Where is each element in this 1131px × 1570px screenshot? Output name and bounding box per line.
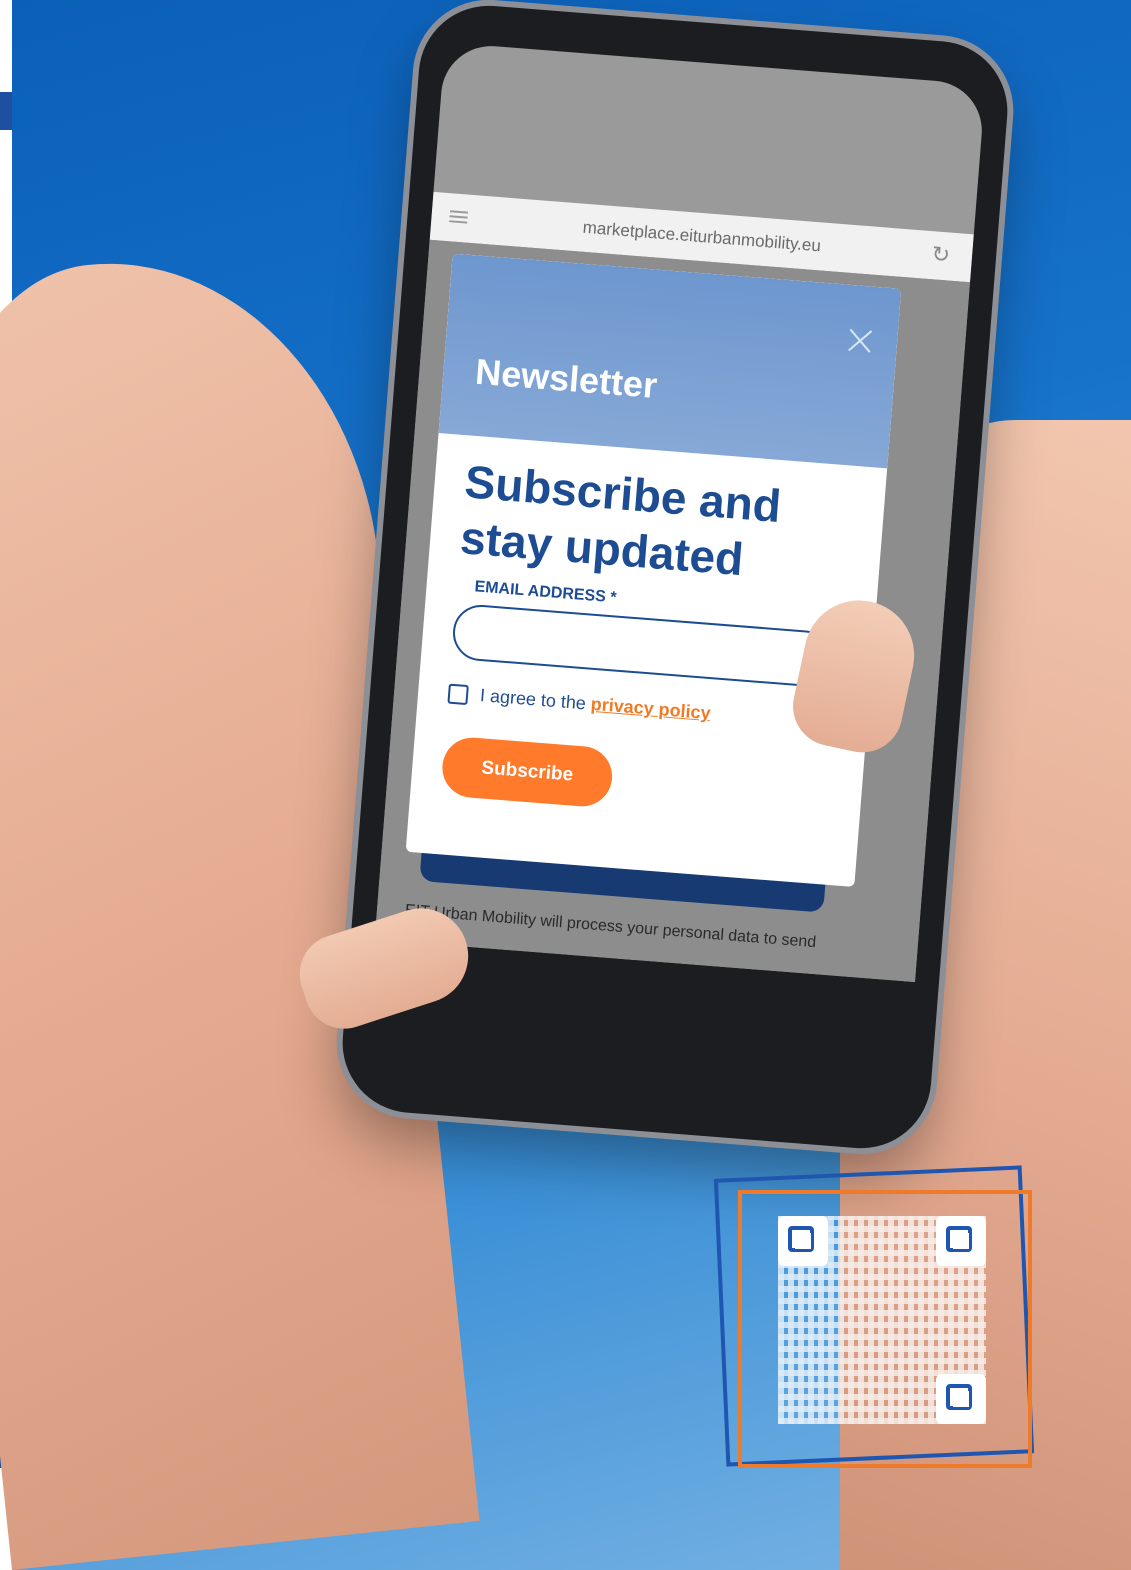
qr-finder-bottom-right — [936, 1374, 986, 1424]
close-icon[interactable] — [844, 325, 876, 357]
modal-header: Newsletter — [438, 253, 902, 469]
menu-icon[interactable] — [449, 207, 469, 226]
url-text: marketplace.eiturbanmobility.eu — [582, 217, 822, 256]
edge-mark-top — [0, 92, 12, 130]
subscribe-button[interactable]: Subscribe — [440, 735, 615, 809]
consent-checkbox[interactable] — [447, 683, 469, 705]
newsletter-modal: Newsletter Subscribe and stay updated EM… — [405, 253, 902, 888]
consent-text: I agree to the — [479, 685, 587, 714]
reload-icon[interactable]: ↻ — [931, 241, 951, 268]
privacy-consent-row: I agree to the privacy policy — [447, 683, 837, 735]
headline: Subscribe and stay updated — [458, 455, 783, 586]
qr-finder-top-left — [778, 1216, 828, 1266]
modal-title: Newsletter — [473, 350, 659, 406]
privacy-policy-link[interactable]: privacy policy — [590, 694, 711, 724]
phone-screen: marketplace.eiturbanmobility.eu ↻ Subscr… — [374, 42, 986, 983]
qr-finder-top-right — [936, 1216, 986, 1266]
